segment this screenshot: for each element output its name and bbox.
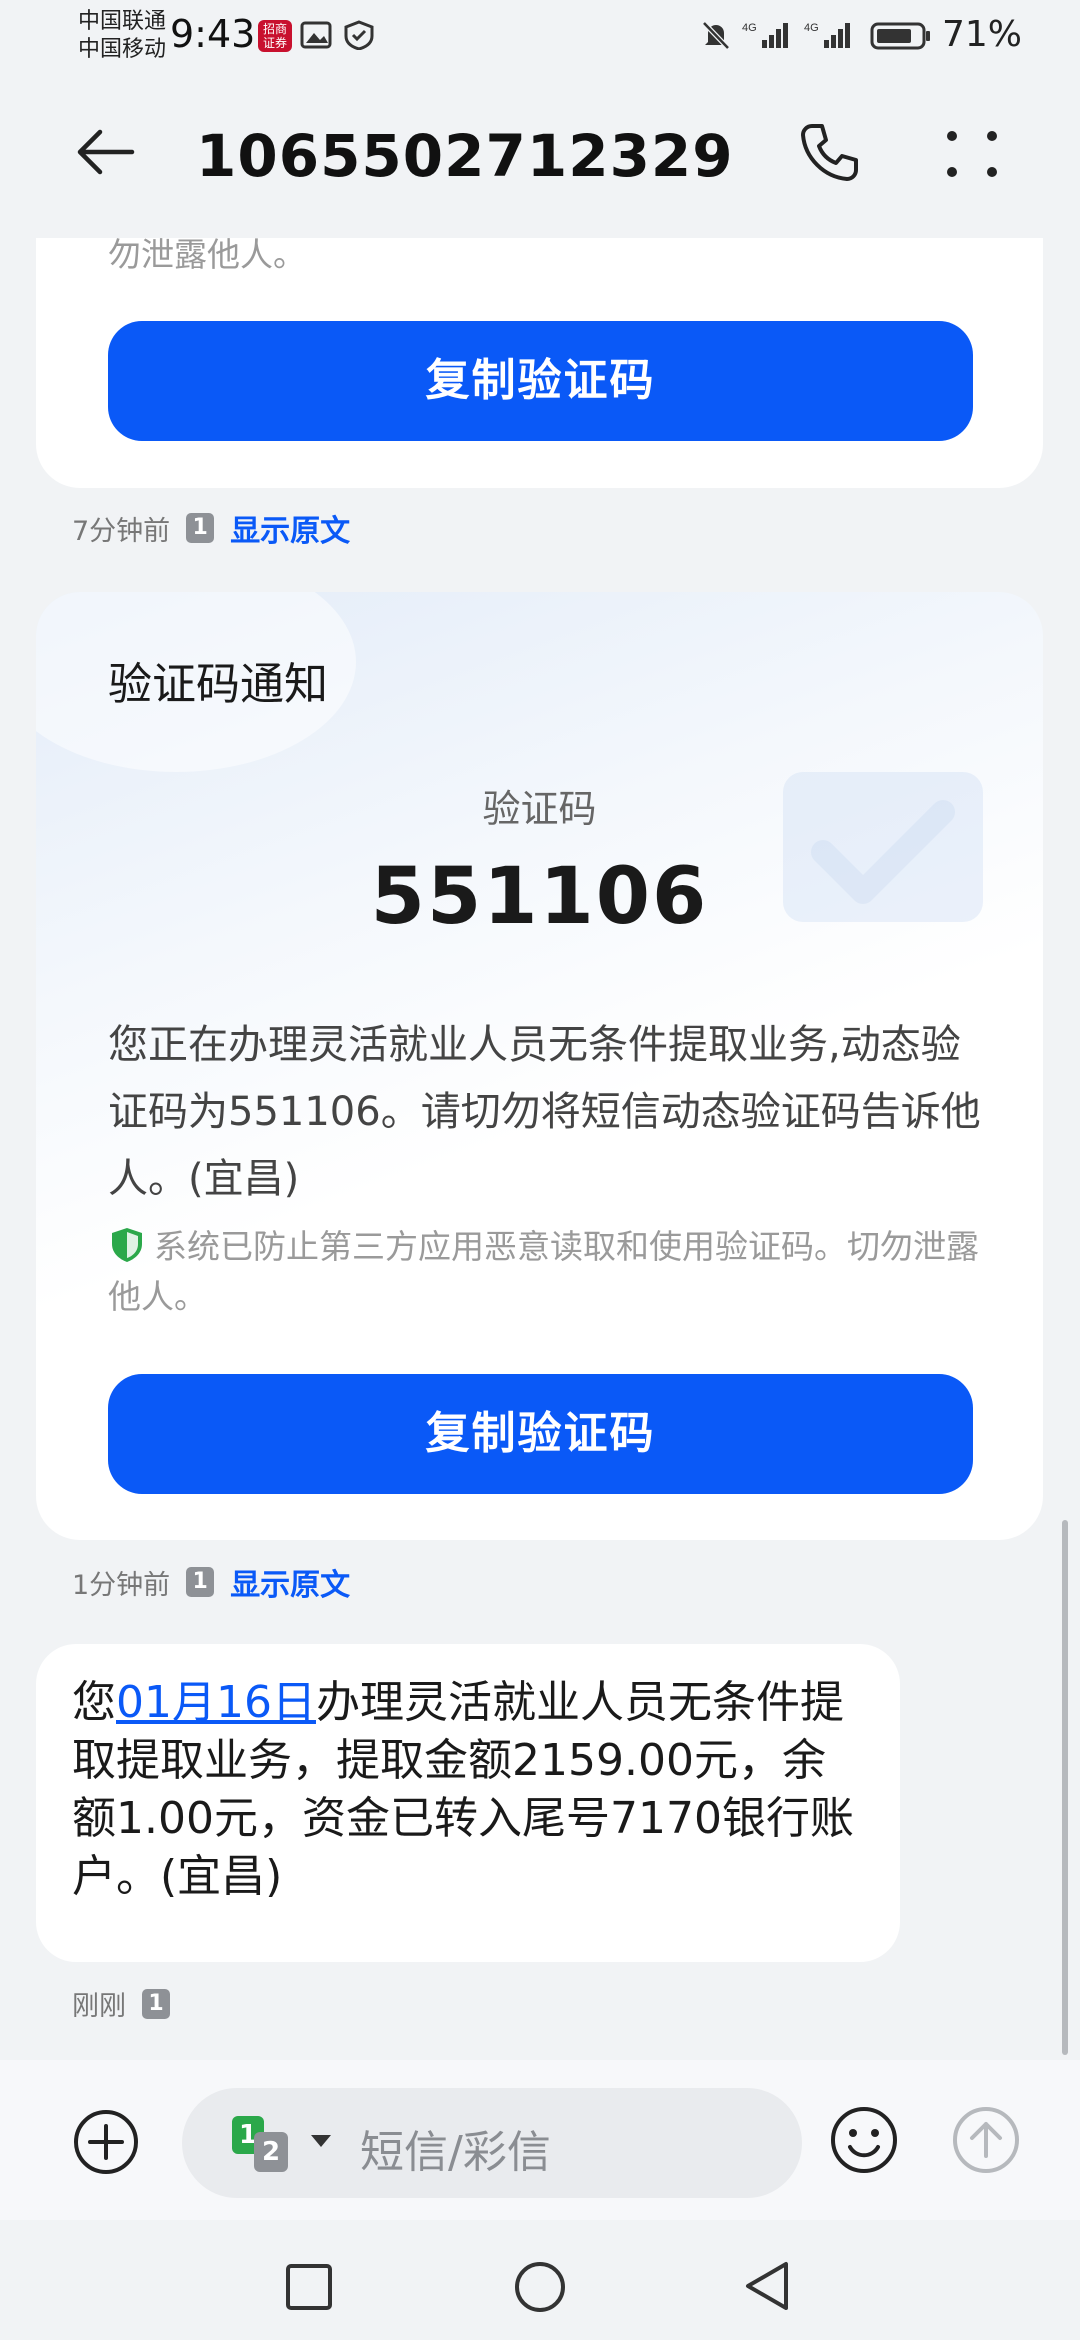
message-time: 7分钟前 [72, 515, 171, 547]
system-nav-bar [0, 2222, 1080, 2340]
security-hint: 系统已防止第三方应用恶意读取和使用验证码。切勿泄露他人。 [108, 1222, 988, 1322]
send-icon[interactable] [950, 2104, 1022, 2176]
carrier-2: 中国移动 [78, 37, 167, 62]
message-prefix: 您 [72, 1677, 116, 1728]
message-meta: 7分钟前 1 显示原文 [72, 506, 350, 550]
status-bar: 中国联通 中国移动 9:43 招商证券 4G 4G 71% [0, 0, 1080, 78]
message-bubble[interactable]: 您01月16日办理灵活就业人员无条件提取提取业务，提取金额2159.00元，余额… [36, 1644, 900, 1962]
phone-icon[interactable] [796, 120, 862, 186]
security-hint-text: 系统已防止第三方应用恶意读取和使用验证码。切勿泄露他人。 [108, 1227, 979, 1316]
conversation-title: 1065502712329 [196, 122, 734, 190]
conversation-header: 1065502712329 [0, 78, 1080, 238]
home-icon[interactable] [513, 2260, 567, 2314]
message-meta: 刚刚 1 [72, 1984, 170, 2023]
chevron-down-icon[interactable] [310, 2134, 332, 2148]
code-label: 验证码 [482, 787, 597, 831]
gallery-icon [300, 21, 332, 49]
carrier-1: 中国联通 [78, 9, 167, 34]
show-original-link[interactable]: 显示原文 [230, 1560, 350, 1604]
sim-badge: 1 [186, 1567, 215, 1597]
green-shield-icon [112, 1228, 142, 1262]
carrier-names: 中国联通 中国移动 [78, 8, 166, 64]
signal-strength-icon-sim1: 4G [742, 22, 788, 48]
verification-code: 551106 [370, 852, 709, 942]
copy-code-button[interactable]: 复制验证码 [108, 321, 973, 441]
status-time: 9:43 [170, 12, 256, 56]
input-placeholder: 短信/彩信 [360, 2127, 551, 2178]
emoji-icon[interactable] [828, 2104, 900, 2176]
copy-code-button[interactable]: 复制验证码 [108, 1374, 973, 1494]
shield-status-icon [344, 20, 374, 50]
message-time: 刚刚 [72, 1991, 126, 2022]
notice-title: 验证码通知 [108, 659, 328, 710]
scrollbar[interactable] [1062, 1520, 1068, 2055]
show-original-link[interactable]: 显示原文 [230, 506, 350, 550]
compose-bar: 1 2 短信/彩信 [0, 2060, 1080, 2220]
signal1-network-label: 4G [742, 22, 757, 34]
sim-2-badge: 2 [254, 2132, 288, 2172]
more-icon[interactable] [940, 126, 1004, 182]
message-time: 1分钟前 [72, 1569, 171, 1601]
signal-strength-icon-sim2: 4G [804, 22, 850, 48]
message-input[interactable]: 1 2 短信/彩信 [182, 2088, 802, 2198]
securities-app-icon: 招商证券 [258, 20, 292, 52]
sim-badge: 1 [142, 1988, 170, 2019]
message-body: 您正在办理灵活就业人员无条件提取业务,动态验证码为551106。请切勿将短信动态… [108, 1022, 981, 1202]
message-meta: 1分钟前 1 显示原文 [72, 1560, 350, 1604]
battery-icon [870, 22, 930, 50]
bell-off-icon [702, 21, 730, 50]
battery-percent: 71% [942, 14, 1023, 55]
verification-card: 验证码通知 验证码 551106 您正在办理灵活就业人员无条件提取业务,动态验证… [36, 592, 1043, 1540]
sim-badge: 1 [186, 513, 215, 543]
back-arrow-icon[interactable] [74, 120, 138, 184]
recent-apps-icon[interactable] [284, 2262, 334, 2312]
signal2-network-label: 4G [804, 22, 819, 34]
date-link[interactable]: 01月16日 [116, 1677, 316, 1728]
nav-back-icon[interactable] [740, 2258, 794, 2314]
sim-switch[interactable]: 1 2 [232, 2116, 296, 2172]
add-attachment-icon[interactable] [72, 2108, 140, 2176]
